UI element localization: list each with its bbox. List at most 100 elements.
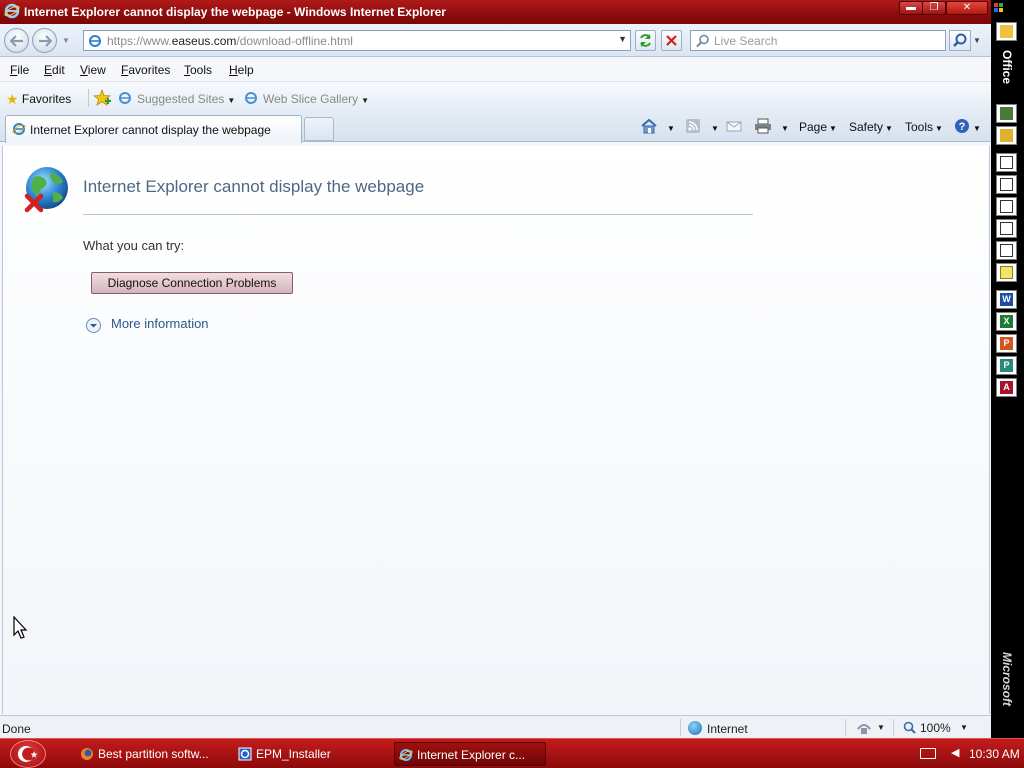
security-zone[interactable]: Internet <box>688 721 748 736</box>
start-crescent-icon <box>18 746 38 762</box>
open-office-document-button[interactable] <box>996 126 1017 145</box>
firefox-icon <box>81 748 93 760</box>
office-folder-icon <box>1000 25 1013 38</box>
status-bar: Done Internet ▼ 100% ▼ <box>0 715 991 738</box>
zoom-value: 100% <box>920 721 951 735</box>
error-globe-icon <box>24 167 68 213</box>
refresh-button[interactable] <box>635 30 656 51</box>
show-hidden-icons-icon[interactable]: ◀ <box>951 746 959 759</box>
diagnose-connection-button[interactable]: Diagnose Connection Problems <box>91 272 293 294</box>
mouse-pointer-icon <box>13 616 28 639</box>
ie-window: Internet Explorer cannot display the web… <box>0 0 991 738</box>
new-note-button[interactable] <box>996 263 1017 282</box>
taskbar-clock[interactable]: 10:30 AM <box>969 747 1020 761</box>
new-message-button[interactable] <box>996 153 1017 172</box>
microsoft-publisher-button[interactable]: P <box>996 356 1017 375</box>
open-office-document-icon <box>1000 129 1013 142</box>
feeds-dropdown-icon[interactable]: ▼ <box>709 120 719 134</box>
search-button[interactable] <box>949 30 971 51</box>
zoom-level[interactable]: 100% <box>903 721 951 735</box>
suggested-sites-button[interactable]: Suggested Sites ▼ <box>118 91 235 106</box>
help-icon[interactable]: ? <box>954 118 970 134</box>
home-dropdown-icon[interactable]: ▼ <box>665 120 675 134</box>
home-icon[interactable] <box>640 118 658 134</box>
taskbar-item-label: Best partition softw... <box>98 747 209 761</box>
office-bar-label: Office <box>1000 50 1014 85</box>
new-contact-button[interactable] <box>996 219 1017 238</box>
safety-menu[interactable]: Safety ▼ <box>849 120 893 134</box>
menu-view[interactable]: View <box>80 63 106 77</box>
web-slice-gallery-button[interactable]: Web Slice Gallery ▼ <box>244 91 369 106</box>
print-icon[interactable] <box>754 118 772 134</box>
window-title: Internet Explorer cannot display the web… <box>24 5 446 19</box>
stop-button[interactable] <box>661 30 682 51</box>
menu-file[interactable]: File <box>10 63 29 77</box>
search-options-dropdown-icon[interactable]: ▼ <box>973 36 981 45</box>
close-button[interactable]: ✕ <box>946 1 988 15</box>
new-journal-entry-button[interactable] <box>996 241 1017 260</box>
microsoft-excel-button[interactable]: X <box>996 312 1017 331</box>
url-path: /download-offline.html <box>236 34 353 48</box>
keyboard-tray-icon[interactable] <box>920 748 936 759</box>
minimize-button[interactable]: ▬ <box>899 1 923 15</box>
zoom-dropdown-icon[interactable]: ▼ <box>960 723 968 732</box>
new-office-document-button[interactable] <box>996 104 1017 123</box>
expand-chevron-icon[interactable] <box>85 317 102 334</box>
menu-tools[interactable]: Tools <box>184 63 212 77</box>
print-dropdown-icon[interactable]: ▼ <box>779 120 789 134</box>
forward-button[interactable] <box>32 28 57 53</box>
microsoft-powerpoint-button[interactable]: P <box>996 334 1017 353</box>
new-task-button[interactable] <box>996 197 1017 216</box>
office-bar-control-icon[interactable] <box>994 3 1004 13</box>
search-placeholder: Live Search <box>714 34 778 48</box>
help-dropdown-icon[interactable]: ▼ <box>971 120 981 134</box>
status-separator <box>845 719 846 736</box>
read-mail-icon[interactable] <box>726 118 742 134</box>
microsoft-word-button[interactable]: W <box>996 290 1017 309</box>
page-menu[interactable]: Page ▼ <box>799 120 837 134</box>
protected-mode-icon[interactable] <box>856 721 872 735</box>
recent-pages-dropdown-icon[interactable]: ▼ <box>62 36 70 45</box>
search-input[interactable]: Live Search <box>690 30 946 51</box>
search-icon <box>696 34 709 48</box>
search-go-icon <box>953 33 967 47</box>
favorites-separator <box>88 89 89 107</box>
menu-help[interactable]: Help <box>229 63 254 77</box>
menu-bar: File Edit View Favorites Tools Help <box>0 58 991 82</box>
web-slice-dropdown-icon: ▼ <box>361 96 370 105</box>
back-button[interactable] <box>4 28 29 53</box>
taskbar-item-best-partition[interactable]: Best partition softw... <box>76 742 228 766</box>
menu-favorites[interactable]: Favorites <box>121 63 170 77</box>
new-tab-button[interactable] <box>304 117 334 141</box>
title-bar: Internet Explorer cannot display the web… <box>0 0 991 24</box>
tab-active[interactable]: Internet Explorer cannot display the web… <box>5 115 302 143</box>
forward-arrow-icon <box>39 35 52 47</box>
address-dropdown-icon[interactable]: ▼ <box>618 34 627 44</box>
start-button[interactable] <box>10 740 46 768</box>
restore-icon: ❐ <box>929 2 939 13</box>
more-information-link[interactable]: More information <box>111 316 209 331</box>
microsoft-access-button[interactable]: A <box>996 378 1017 397</box>
feeds-icon[interactable] <box>685 118 701 134</box>
favorites-star-icon: ★ <box>6 91 19 107</box>
new-appointment-button[interactable] <box>996 175 1017 194</box>
try-label: What you can try: <box>83 238 185 253</box>
add-to-favorites-bar-icon[interactable] <box>93 89 111 107</box>
menu-edit[interactable]: Edit <box>44 63 65 77</box>
favorites-bar: ★ Favorites Suggested Sites ▼ Web Slice G… <box>0 83 991 111</box>
new-office-document-icon <box>1000 107 1013 120</box>
tools-menu[interactable]: Tools ▼ <box>905 120 943 134</box>
protected-mode-dropdown-icon[interactable]: ▼ <box>877 723 885 732</box>
maximize-button[interactable]: ❐ <box>922 1 946 15</box>
taskbar-item-internet-explorer[interactable]: Internet Explorer c... <box>394 742 546 766</box>
office-folder-button[interactable] <box>996 22 1017 41</box>
taskbar-item-label: EPM_Installer <box>256 747 331 761</box>
favorites-button[interactable]: ★ Favorites <box>6 91 71 108</box>
taskbar-item-epm-installer[interactable]: EPM_Installer <box>234 742 386 766</box>
page-title: Internet Explorer cannot display the web… <box>83 177 425 196</box>
microsoft-powerpoint-icon: P <box>1000 337 1013 350</box>
url-prefix: https://www. <box>107 34 172 48</box>
microsoft-word-icon: W <box>1000 293 1013 306</box>
new-contact-icon <box>1000 222 1013 235</box>
address-field[interactable]: https://www.easeus.com/download-offline.… <box>83 30 631 51</box>
